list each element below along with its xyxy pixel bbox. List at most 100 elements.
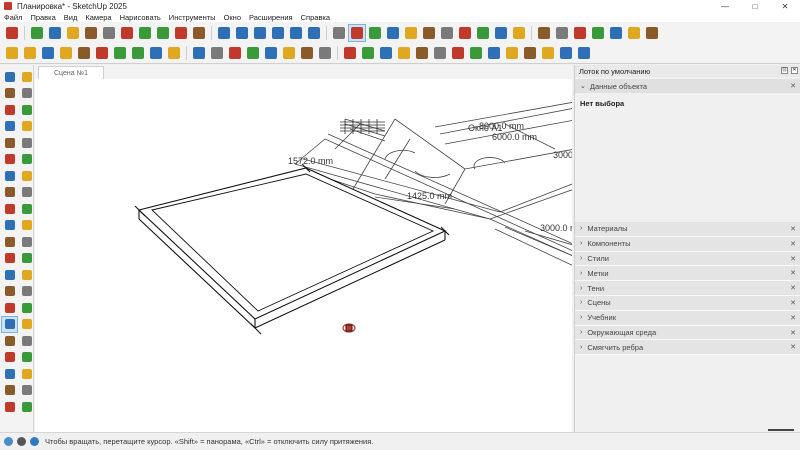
cube-outline-icon[interactable] — [234, 25, 250, 41]
model-viewport[interactable]: 8000.0 mm 6000.0 mm 3000 1572.0 mm 1425.… — [35, 79, 572, 432]
tray-scrollbar[interactable] — [768, 429, 794, 431]
sketchup-badge-icon[interactable] — [644, 25, 660, 41]
credits-icon[interactable] — [17, 437, 26, 446]
wall-icon[interactable] — [58, 45, 74, 61]
tray-panel[interactable]: › Компоненты ✕ — [575, 236, 800, 252]
house-icon[interactable] — [331, 25, 347, 41]
cursor-icon[interactable] — [450, 45, 466, 61]
axes-icon[interactable] — [2, 300, 17, 315]
rotated-rectangle-icon[interactable] — [19, 152, 34, 167]
component-icon[interactable] — [19, 102, 34, 117]
push-pull-icon[interactable] — [227, 45, 243, 61]
close-icon[interactable]: ✕ — [788, 224, 798, 234]
ruler-icon[interactable] — [360, 45, 376, 61]
pin-icon[interactable]: ⊡ — [781, 67, 788, 74]
polygon-icon[interactable] — [19, 168, 34, 183]
weld-icon[interactable] — [590, 25, 606, 41]
minimize-button[interactable]: — — [710, 0, 740, 12]
flag-icon[interactable] — [468, 45, 484, 61]
freehand-icon[interactable] — [2, 135, 17, 150]
close-icon[interactable]: ✕ — [788, 81, 798, 91]
menu-camera[interactable]: Камера — [85, 13, 111, 22]
move-icon[interactable] — [2, 218, 17, 233]
close-button[interactable]: ✕ — [770, 0, 800, 12]
section-plane-icon[interactable] — [19, 383, 34, 398]
cube-blue-icon[interactable] — [306, 25, 322, 41]
position-camera-icon[interactable] — [2, 383, 17, 398]
pushpull-icon[interactable] — [19, 201, 34, 216]
menu-view[interactable]: Вид — [64, 13, 78, 22]
menu-draw[interactable]: Нарисовать — [120, 13, 161, 22]
cube-yellow-icon[interactable] — [558, 45, 574, 61]
orbit-icon[interactable] — [1, 315, 18, 333]
intersect-icon[interactable] — [19, 251, 34, 266]
lasso-icon[interactable] — [130, 45, 146, 61]
arc-3pt-icon[interactable] — [19, 185, 34, 200]
move-icon[interactable] — [245, 45, 261, 61]
green-pipe-icon[interactable] — [112, 45, 128, 61]
sandbox-icon[interactable] — [572, 25, 588, 41]
tray-panel[interactable]: › Тени ✕ — [575, 281, 800, 296]
3d-text-icon[interactable] — [19, 300, 34, 315]
column-icon[interactable] — [40, 45, 56, 61]
dimension-icon[interactable] — [263, 45, 279, 61]
pan-icon[interactable] — [19, 317, 34, 332]
stair-icon[interactable] — [76, 45, 92, 61]
layout-doc-icon[interactable] — [626, 25, 642, 41]
green-box-icon[interactable] — [155, 25, 171, 41]
followme-icon[interactable] — [19, 234, 34, 249]
cube-icon[interactable] — [216, 25, 232, 41]
close-icon[interactable]: ✕ — [788, 313, 798, 323]
zero-icon[interactable] — [414, 45, 430, 61]
close-icon[interactable]: ✕ — [788, 342, 798, 352]
cloud-icon[interactable] — [475, 25, 491, 41]
beam-icon[interactable] — [22, 45, 38, 61]
tray-panel[interactable]: › Метки ✕ — [575, 266, 800, 282]
text-icon[interactable] — [19, 284, 34, 299]
select-icon[interactable] — [2, 69, 17, 84]
menu-file[interactable]: Файл — [4, 13, 22, 22]
close-icon[interactable]: ✕ — [791, 67, 798, 74]
flip-icon[interactable] — [166, 45, 182, 61]
close-icon[interactable]: ✕ — [788, 298, 798, 308]
text-box-icon[interactable] — [348, 23, 366, 42]
solid-icon[interactable] — [378, 45, 394, 61]
display-section-icon[interactable] — [19, 399, 34, 414]
3d-box-icon[interactable] — [536, 25, 552, 41]
node-icon[interactable] — [504, 45, 520, 61]
red-drill-icon[interactable] — [342, 45, 358, 61]
tray-panel[interactable]: › Сцены ✕ — [575, 295, 800, 311]
sphere-icon[interactable] — [317, 45, 333, 61]
scale-icon[interactable] — [2, 234, 17, 249]
offset-icon[interactable] — [2, 251, 17, 266]
close-icon[interactable]: ✕ — [788, 254, 798, 264]
bench-icon[interactable] — [101, 25, 117, 41]
zoom-window-icon[interactable] — [19, 333, 34, 348]
swap-icon[interactable] — [396, 45, 412, 61]
look-around-icon[interactable] — [19, 366, 34, 381]
zoom-icon[interactable] — [2, 333, 17, 348]
geo-location-icon[interactable] — [4, 437, 13, 446]
line-icon[interactable] — [19, 119, 34, 134]
shapes-icon[interactable] — [137, 25, 153, 41]
tray-panel[interactable]: › Материалы ✕ — [575, 222, 800, 237]
cube-white-icon[interactable] — [270, 25, 286, 41]
component-icon[interactable] — [439, 25, 455, 41]
maximize-button[interactable]: □ — [740, 0, 770, 12]
walk-icon[interactable] — [2, 366, 17, 381]
menu-extensions[interactable]: Расширения — [249, 13, 293, 22]
tape-roll-icon[interactable] — [119, 25, 135, 41]
protractor-icon[interactable] — [281, 45, 297, 61]
close-icon[interactable]: ✕ — [788, 283, 798, 293]
hand-icon[interactable] — [522, 45, 538, 61]
arc-2pt-icon[interactable] — [2, 185, 17, 200]
paint-bucket-icon[interactable] — [2, 86, 17, 101]
previous-view-icon[interactable] — [19, 350, 34, 365]
tape-icon[interactable] — [2, 267, 17, 282]
camera-icon[interactable] — [209, 45, 225, 61]
axes-small-icon[interactable] — [299, 45, 315, 61]
percent-icon[interactable] — [432, 45, 448, 61]
panel-entity-info[interactable]: ⌄ Данные объекта ✕ — [575, 79, 800, 93]
protractor-icon[interactable] — [2, 284, 17, 299]
user-icon[interactable] — [511, 25, 527, 41]
